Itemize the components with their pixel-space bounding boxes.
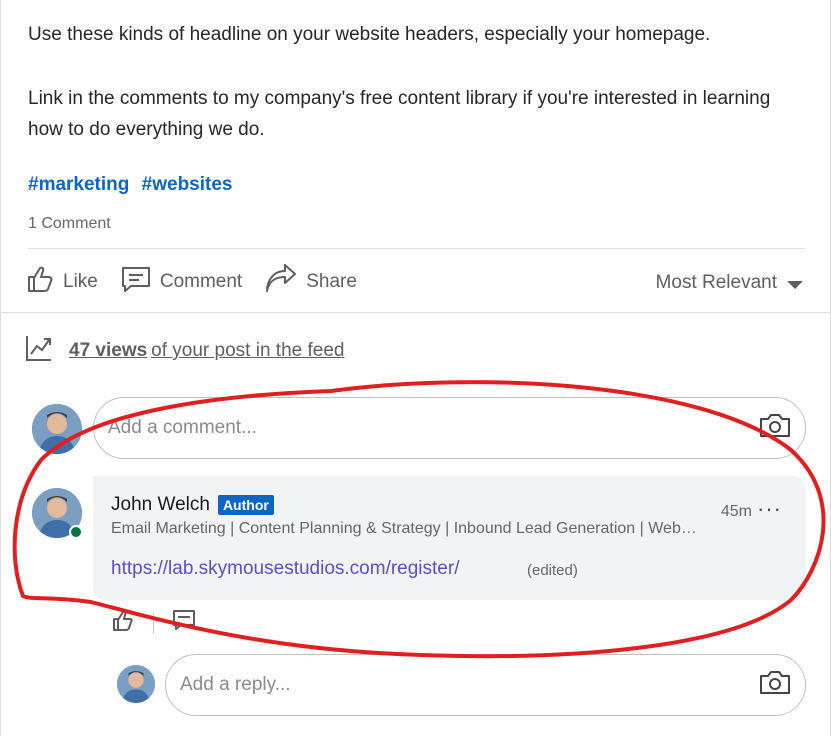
comment-input[interactable]: Add a comment...: [93, 397, 806, 459]
divider: [28, 248, 806, 249]
avatar[interactable]: [32, 404, 82, 454]
share-icon: [264, 264, 306, 300]
comment-bubble: John Welch Author Email Marketing | Cont…: [93, 476, 806, 600]
analytics-icon: [25, 334, 69, 368]
avatar[interactable]: [117, 665, 155, 703]
comment-placeholder: Add a comment...: [108, 417, 257, 438]
share-label: Share: [306, 271, 357, 292]
online-status-indicator: [69, 525, 83, 539]
hashtags: #marketing #websites: [28, 174, 239, 196]
share-button[interactable]: Share: [264, 264, 357, 300]
edited-label: (edited): [527, 562, 578, 579]
views-description[interactable]: of your post in the feed: [151, 340, 344, 362]
social-actions-bar: Like Comment Share: [25, 260, 379, 304]
author-badge: Author: [217, 495, 274, 515]
views-count[interactable]: 47 views: [69, 340, 147, 362]
divider: [1, 312, 831, 313]
comment-label: Comment: [159, 271, 243, 292]
reply-like-icon[interactable]: [111, 608, 135, 637]
camera-icon[interactable]: [759, 669, 791, 701]
like-button[interactable]: Like: [25, 264, 98, 300]
comment-author-name[interactable]: John Welch: [111, 494, 210, 516]
comment-actions: [111, 608, 196, 637]
comment-author[interactable]: John Welch Author: [111, 494, 274, 516]
comment-button[interactable]: Comment: [120, 264, 242, 300]
camera-icon[interactable]: [759, 412, 791, 444]
sort-dropdown[interactable]: Most Relevant: [656, 272, 803, 294]
post-card: Use these kinds of headline on your webs…: [0, 0, 831, 736]
sort-label: Most Relevant: [655, 272, 777, 293]
reply-placeholder: Add a reply...: [180, 674, 291, 695]
like-label: Like: [63, 271, 98, 292]
reply-input[interactable]: Add a reply...: [165, 654, 806, 716]
comment-count[interactable]: 1 Comment: [28, 215, 111, 233]
like-icon: [25, 264, 63, 300]
hashtag-marketing[interactable]: #marketing: [28, 174, 129, 195]
hashtag-websites[interactable]: #websites: [142, 174, 233, 195]
caret-down-icon: [787, 280, 803, 289]
post-paragraph-1: Use these kinds of headline on your webs…: [28, 24, 711, 45]
more-options-icon[interactable]: ···: [757, 496, 782, 522]
comment-link[interactable]: https://lab.skymousestudios.com/register…: [111, 558, 459, 580]
divider: [153, 611, 154, 634]
post-paragraph-2: Link in the comments to my company's fre…: [28, 88, 771, 140]
comment-author-headline: Email Marketing | Content Planning & Str…: [111, 520, 703, 537]
reply-comment-icon[interactable]: [172, 608, 196, 637]
post-views[interactable]: 47 views of your post in the feed: [25, 334, 344, 368]
comment-icon: [120, 264, 160, 300]
comment-timestamp: 45m: [720, 503, 752, 520]
